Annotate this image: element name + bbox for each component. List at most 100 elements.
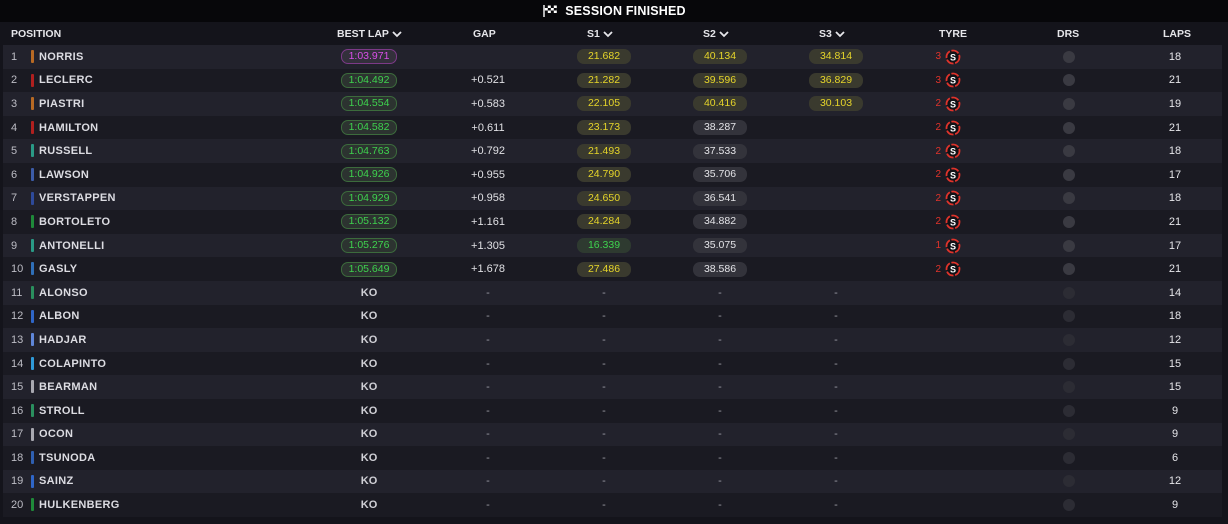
gap-value-value: +1.161 — [471, 215, 505, 228]
best-lap-time: 1:04.554 — [341, 92, 397, 116]
driver-name: HAMILTON — [39, 116, 98, 140]
sector-s2-value: - — [718, 428, 722, 441]
table-row[interactable]: 4 HAMILTON 1:04.582 +0.611 23.173 38.287 2 S 21 — [3, 115, 1222, 140]
best-lap-time: 1:04.582 — [341, 116, 397, 140]
column-s2[interactable]: S2 — [703, 22, 729, 45]
sector-s3-value: - — [834, 310, 838, 323]
table-row[interactable]: 18 TSUNODA KO - - - - 6 — [3, 446, 1222, 470]
column-s3[interactable]: S3 — [819, 22, 845, 45]
driver-name-value: HAMILTON — [39, 121, 99, 134]
gap-value-value: - — [486, 451, 490, 464]
drs-dot-icon — [1063, 168, 1075, 181]
table-row[interactable]: 12 ALBON KO - - - - 18 — [3, 304, 1222, 329]
sector-s1: - — [576, 281, 632, 305]
driver-name-value: ALBON — [39, 310, 80, 323]
sector-s3: - — [808, 423, 864, 447]
team-color-bar — [31, 309, 34, 323]
sector-s3: - — [808, 399, 864, 423]
gap-value: +1.305 — [458, 234, 518, 258]
table-row[interactable]: 1 NORRIS 1:03.971 21.682 40.134 34.814 3 S 18 — [3, 45, 1222, 69]
driver-name: GASLY — [39, 257, 77, 281]
team-color-bar — [31, 380, 34, 394]
team-color-bar — [31, 215, 34, 229]
laps-count-value: 18 — [1168, 310, 1182, 323]
gap-value: - — [458, 281, 518, 305]
laps-count-value: 17 — [1168, 168, 1182, 181]
table-row[interactable]: 20 HULKENBERG KO - - - - 9 — [3, 493, 1222, 517]
table-row[interactable]: 8 BORTOLETO 1:05.132 +1.161 24.284 34.882 2 S 21 — [3, 210, 1222, 234]
position-number-value: 11 — [11, 286, 23, 299]
best-lap-time-value: KO — [360, 475, 378, 488]
table-row[interactable]: 5 RUSSELL 1:04.763 +0.792 21.493 37.533 2 S 18 — [3, 139, 1222, 163]
table-row[interactable]: 9 ANTONELLI 1:05.276 +1.305 16.339 35.075 1 S 17 — [3, 233, 1222, 258]
best-lap-time-value: 1:05.276 — [341, 238, 397, 254]
team-color-bar — [31, 238, 34, 252]
position-number: 16 — [11, 399, 31, 423]
sector-s1: - — [576, 493, 632, 517]
drs-indicator — [1059, 210, 1079, 234]
driver-name-value: ANTONELLI — [39, 239, 105, 252]
column-best-lap[interactable]: BEST LAP — [337, 22, 402, 45]
table-row[interactable]: 10 GASLY 1:05.649 +1.678 27.486 38.586 2 S 21 — [3, 257, 1222, 281]
sector-s1-value: 24.284 — [577, 214, 631, 230]
table-row[interactable]: 6 LAWSON 1:04.926 +0.955 24.790 35.706 2 S 17 — [3, 162, 1222, 187]
sector-s1: - — [576, 305, 632, 329]
best-lap-time: 1:04.926 — [341, 163, 397, 187]
tyre-age: 2 — [935, 169, 941, 181]
laps-count: 9 — [1163, 399, 1187, 423]
driver-name-value: BORTOLETO — [39, 215, 111, 228]
tyre-info: 2S — [931, 116, 971, 140]
team-color-bar — [31, 191, 34, 205]
drs-indicator — [1059, 234, 1079, 258]
tyre-info: 2S — [931, 139, 971, 163]
tyre-info: 1S — [931, 234, 971, 258]
tyre-age: 1 — [935, 240, 941, 252]
column-s1[interactable]: S1 — [587, 22, 613, 45]
table-row[interactable]: 16 STROLL KO - - - - 9 — [3, 398, 1222, 423]
tyre-age: 3 — [935, 74, 941, 86]
laps-count: 6 — [1163, 446, 1187, 470]
column-position[interactable]: POSITION — [11, 22, 61, 45]
best-lap-time: KO — [341, 328, 397, 352]
table-row[interactable]: 19 SAINZ KO - - - - 12 — [3, 469, 1222, 494]
table-row[interactable]: 14 COLAPINTO KO - - - - 15 — [3, 351, 1222, 376]
sector-s1: 21.282 — [576, 69, 632, 93]
position-number: 3 — [11, 92, 31, 116]
driver-name: RUSSELL — [39, 139, 92, 163]
best-lap-time-value: 1:04.929 — [341, 190, 397, 206]
column-laps[interactable]: LAPS — [1163, 22, 1191, 45]
best-lap-time-value: KO — [360, 310, 378, 323]
laps-count: 14 — [1163, 281, 1187, 305]
column-drs[interactable]: DRS — [1057, 22, 1079, 45]
sector-s1: - — [576, 423, 632, 447]
column-tyre[interactable]: TYRE — [939, 22, 967, 45]
table-row[interactable]: 2 LECLERC 1:04.492 +0.521 21.282 39.596 36.829… — [3, 68, 1222, 93]
gap-value: - — [458, 328, 518, 352]
drs-indicator — [1059, 257, 1079, 281]
sector-s1: 16.339 — [576, 234, 632, 258]
column-gap[interactable]: GAP — [473, 22, 496, 45]
laps-count: 21 — [1163, 116, 1187, 140]
gap-value: - — [458, 446, 518, 470]
driver-name: STROLL — [39, 399, 85, 423]
team-color-bar — [31, 120, 34, 134]
table-row[interactable]: 15 BEARMAN KO - - - - 15 — [3, 375, 1222, 399]
drs-indicator — [1059, 328, 1079, 352]
drs-indicator — [1059, 399, 1079, 423]
drs-dot-icon — [1063, 451, 1075, 464]
table-row[interactable]: 11 ALONSO KO - - - - 14 — [3, 280, 1222, 305]
soft-tyre-icon: S — [945, 238, 961, 253]
best-lap-time-value: 1:03.971 — [341, 49, 397, 65]
table-row[interactable]: 17 OCON KO - - - - 9 — [3, 422, 1222, 447]
table-row[interactable]: 13 HADJAR KO - - - - 12 — [3, 328, 1222, 352]
laps-count-value: 12 — [1168, 475, 1182, 488]
sector-s3-value: - — [834, 499, 838, 512]
tyre-age: 2 — [935, 216, 941, 228]
sector-s1: - — [576, 352, 632, 376]
table-row[interactable]: 3 PIASTRI 1:04.554 +0.583 22.105 40.416 30.103… — [3, 92, 1222, 116]
position-number-value: 16 — [11, 404, 24, 417]
sector-s2: - — [692, 446, 748, 470]
position-number-value: 19 — [11, 475, 24, 488]
table-row[interactable]: 7 VERSTAPPEN 1:04.929 +0.958 24.650 36.541 2 S 1… — [3, 186, 1222, 211]
sector-s1-value: 22.105 — [577, 96, 631, 112]
